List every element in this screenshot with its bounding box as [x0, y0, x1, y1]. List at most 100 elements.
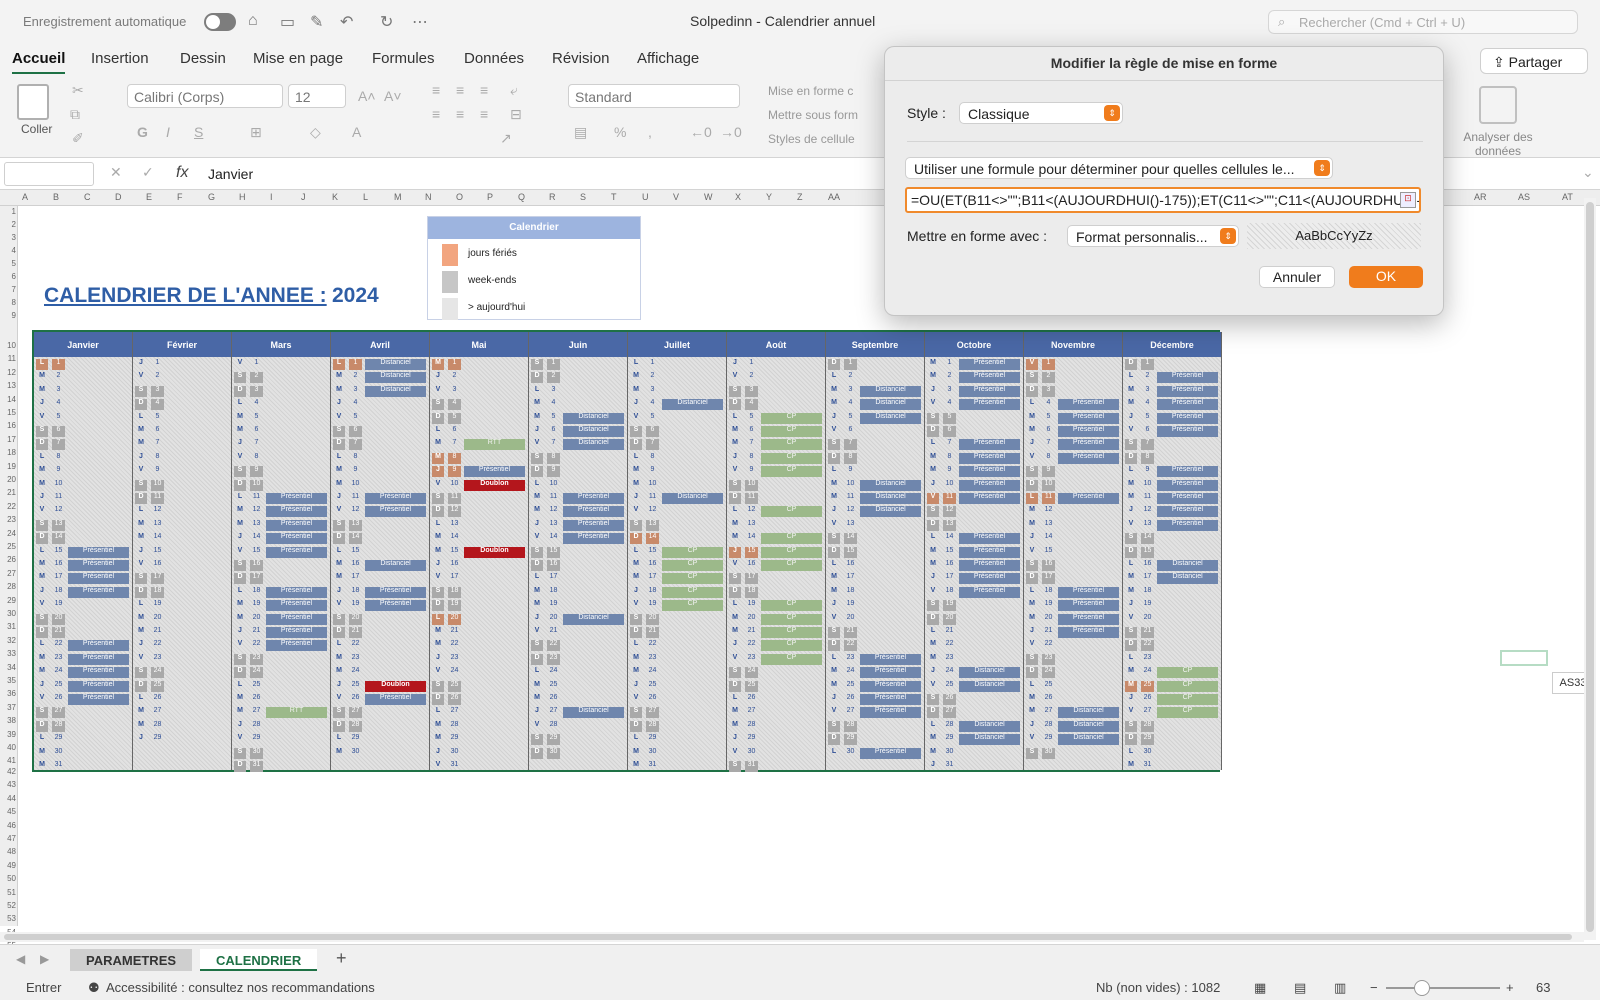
column-header[interactable]: R — [549, 192, 556, 202]
event-cell[interactable]: Présentiel — [959, 359, 1020, 370]
column-header[interactable]: D — [115, 192, 122, 202]
row-header[interactable]: 10 — [0, 341, 16, 350]
row-header[interactable]: 40 — [0, 743, 16, 752]
event-cell[interactable]: CP — [1157, 680, 1218, 692]
tab-insertion[interactable]: Insertion — [91, 50, 149, 67]
column-header[interactable]: I — [270, 192, 273, 202]
vertical-scroll-thumb[interactable] — [1586, 202, 1594, 932]
align-top-icon[interactable]: ≡ — [432, 82, 440, 98]
redo-icon[interactable]: ↻ — [380, 12, 393, 32]
page-layout-icon[interactable]: ▤ — [1294, 980, 1306, 996]
cut-icon[interactable]: ✂ — [72, 82, 84, 99]
number-format-select[interactable]: Standard — [568, 84, 740, 108]
undo-icon[interactable]: ↶ — [340, 12, 353, 32]
column-header[interactable]: A — [22, 192, 28, 202]
column-header[interactable]: K — [332, 192, 338, 202]
row-header[interactable]: 1 — [0, 207, 16, 216]
cancel-icon[interactable]: ✕ — [110, 164, 122, 181]
cell-styles-item[interactable]: Styles de cellule — [768, 132, 855, 146]
event-cell[interactable]: CP — [761, 452, 822, 464]
event-cell[interactable]: Présentiel — [68, 560, 129, 571]
row-header[interactable]: 51 — [0, 888, 16, 897]
event-cell[interactable]: Distanciel — [662, 399, 723, 411]
event-cell[interactable]: Distanciel — [563, 412, 624, 424]
row-header[interactable]: 30 — [0, 609, 16, 618]
event-cell[interactable]: CP — [761, 506, 822, 518]
analyze-data-button[interactable]: Analyser des données — [1450, 86, 1546, 158]
column-header[interactable]: AR — [1474, 192, 1487, 202]
percent-icon[interactable]: % — [614, 124, 626, 140]
event-cell[interactable]: Présentiel — [1157, 493, 1218, 504]
event-cell[interactable]: Distanciel — [563, 613, 624, 625]
page-break-icon[interactable]: ▥ — [1334, 980, 1346, 996]
event-cell[interactable]: Présentiel — [266, 493, 327, 504]
event-cell[interactable]: Présentiel — [68, 680, 129, 692]
confirm-icon[interactable]: ✓ — [142, 164, 154, 181]
event-cell[interactable]: Distanciel — [563, 426, 624, 437]
event-cell[interactable]: Présentiel — [365, 694, 426, 705]
row-header[interactable]: 39 — [0, 730, 16, 739]
row-header[interactable]: 33 — [0, 649, 16, 658]
paste-icon[interactable] — [17, 84, 49, 120]
row-header[interactable]: 52 — [0, 901, 16, 910]
event-cell[interactable]: Distanciel — [1058, 734, 1119, 746]
event-cell[interactable]: Distanciel — [959, 720, 1020, 732]
row-header[interactable]: 48 — [0, 847, 16, 856]
font-size-select[interactable]: 12 — [288, 84, 346, 108]
name-box[interactable] — [4, 162, 94, 186]
row-header[interactable]: 29 — [0, 596, 16, 605]
row-header[interactable]: 38 — [0, 716, 16, 725]
column-header[interactable]: AA — [828, 192, 840, 202]
event-cell[interactable]: Présentiel — [1157, 519, 1218, 531]
column-header[interactable]: L — [363, 192, 368, 202]
zoom-in-icon[interactable]: + — [1506, 980, 1514, 995]
event-cell[interactable]: Présentiel — [266, 519, 327, 531]
row-header[interactable]: 21 — [0, 488, 16, 497]
event-cell[interactable]: CP — [662, 586, 723, 598]
column-header[interactable]: S — [580, 192, 586, 202]
event-cell[interactable]: CP — [761, 439, 822, 451]
event-cell[interactable]: Distanciel — [563, 439, 624, 451]
event-cell[interactable]: Présentiel — [1058, 493, 1119, 504]
event-cell[interactable]: RTT — [464, 439, 525, 451]
row-header[interactable]: 4 — [0, 246, 16, 255]
event-cell[interactable]: Présentiel — [68, 653, 129, 665]
event-cell[interactable]: Présentiel — [1157, 466, 1218, 478]
row-header[interactable]: 22 — [0, 502, 16, 511]
event-cell[interactable]: CP — [761, 627, 822, 638]
event-cell[interactable]: Présentiel — [1058, 600, 1119, 612]
row-header[interactable]: 32 — [0, 636, 16, 645]
column-header[interactable]: G — [208, 192, 215, 202]
event-cell[interactable]: Présentiel — [860, 653, 921, 665]
row-header[interactable]: 47 — [0, 834, 16, 843]
column-header[interactable]: N — [425, 192, 432, 202]
event-cell[interactable]: Distanciel — [662, 493, 723, 504]
row-header[interactable]: 20 — [0, 475, 16, 484]
event-cell[interactable]: CP — [761, 640, 822, 652]
event-cell[interactable]: Présentiel — [1058, 412, 1119, 424]
column-header[interactable]: B — [53, 192, 59, 202]
shrink-font-icon[interactable]: A˅ — [384, 88, 402, 104]
event-cell[interactable]: Présentiel — [959, 479, 1020, 491]
column-header[interactable]: J — [301, 192, 306, 202]
event-cell[interactable]: Présentiel — [365, 586, 426, 598]
column-header[interactable]: AS — [1518, 192, 1530, 202]
column-header[interactable]: E — [146, 192, 152, 202]
event-cell[interactable]: CP — [662, 546, 723, 558]
row-header[interactable]: 25 — [0, 542, 16, 551]
event-cell[interactable]: Distanciel — [959, 680, 1020, 692]
row-header[interactable]: 2 — [0, 220, 16, 229]
event-cell[interactable]: Présentiel — [1058, 399, 1119, 411]
italic-icon[interactable]: I — [166, 124, 170, 140]
event-cell[interactable]: Présentiel — [365, 493, 426, 504]
event-cell[interactable]: Présentiel — [860, 747, 921, 759]
sheet-tab-calendrier[interactable]: CALENDRIER — [200, 949, 318, 971]
event-cell[interactable]: RTT — [266, 707, 327, 719]
row-header[interactable]: 46 — [0, 821, 16, 830]
add-sheet-button[interactable]: + — [336, 948, 347, 969]
row-header[interactable]: 31 — [0, 622, 16, 631]
event-cell[interactable]: Présentiel — [68, 586, 129, 598]
share-button[interactable]: ⇪ Partager — [1480, 48, 1588, 74]
document-title[interactable]: Solpedinn - Calendrier annuel — [690, 13, 875, 29]
row-header[interactable]: 24 — [0, 529, 16, 538]
